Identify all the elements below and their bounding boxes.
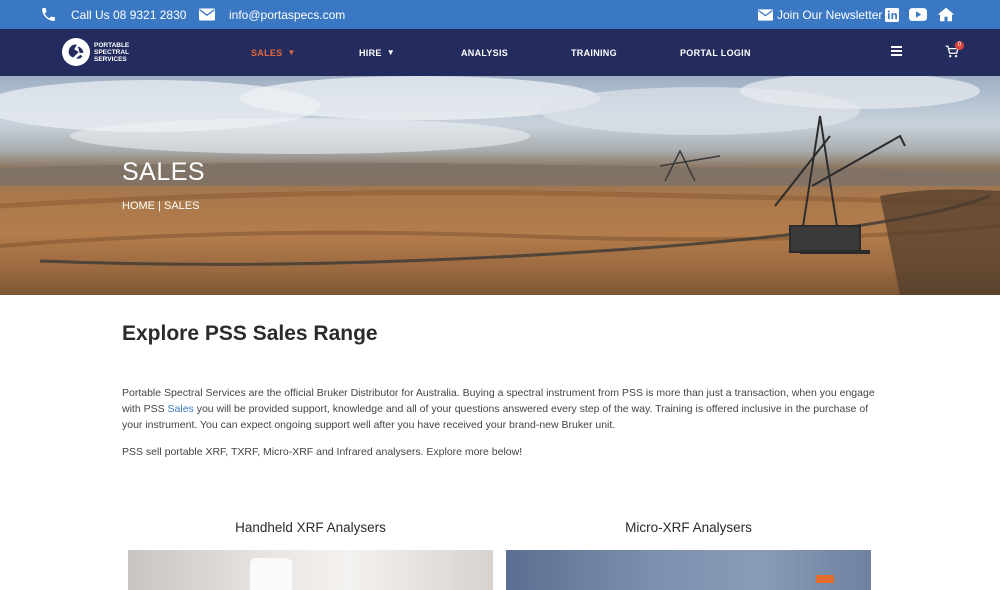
phone-icon [42,8,55,21]
envelope-icon [199,8,215,21]
chevron-down-icon: ▼ [287,48,296,57]
phone-text: Call Us 08 9321 2830 [71,7,187,22]
social-links [885,0,955,29]
newsletter-link[interactable]: Join Our Newsletter [758,0,882,29]
card-title: Micro-XRF Analysers [625,520,752,535]
section-heading: Explore PSS Sales Range [122,322,378,345]
breadcrumb-separator: | [155,200,164,212]
site-logo[interactable]: PORTABLE SPECTRAL SERVICES [62,38,138,66]
nav-item-portal-login[interactable]: PORTAL LOGIN [680,29,751,76]
cart-count-badge: 0 [955,41,964,50]
nav-item-training[interactable]: TRAINING [571,29,617,76]
chevron-down-icon: ▼ [386,48,395,57]
logo-text: PORTABLE SPECTRAL SERVICES [94,41,130,63]
envelope-icon [758,8,773,21]
linkedin-icon[interactable] [885,7,899,22]
logo-mark-icon [62,38,90,66]
top-contact-bar: Call Us 08 9321 2830 info@portaspecs.com… [0,0,1000,29]
card-title: Handheld XRF Analysers [235,520,386,535]
main-navigation: PORTABLE SPECTRAL SERVICES SALES ▼ HIRE … [0,29,1000,76]
handheld-xrf-image[interactable] [128,550,493,590]
micro-xrf-image[interactable] [506,550,871,590]
products-paragraph: PSS sell portable XRF, TXRF, Micro-XRF a… [122,446,523,458]
breadcrumb-current: SALES [163,200,200,212]
email-text: info@portaspecs.com [229,7,346,22]
phone-contact[interactable]: Call Us 08 9321 2830 [40,0,186,29]
nav-item-hire[interactable]: HIRE ▼ [359,29,395,76]
menu-icon[interactable] [891,46,902,57]
home-icon[interactable] [937,7,955,22]
nav-item-sales[interactable]: SALES ▼ [251,29,296,76]
breadcrumb-home-link[interactable]: HOME [122,200,155,212]
nav-item-analysis[interactable]: ANALYSIS [461,29,508,76]
youtube-icon[interactable] [909,8,927,21]
newsletter-text: Join Our Newsletter [777,7,883,22]
intro-paragraph: Portable Spectral Services are the offic… [122,387,875,431]
page-title: SALES [122,158,206,186]
email-contact[interactable]: info@portaspecs.com [199,0,345,29]
breadcrumb: HOME | SALES [122,200,199,212]
sales-link[interactable]: Sales [168,403,194,415]
hero-banner: SALES HOME | SALES [0,76,1000,295]
